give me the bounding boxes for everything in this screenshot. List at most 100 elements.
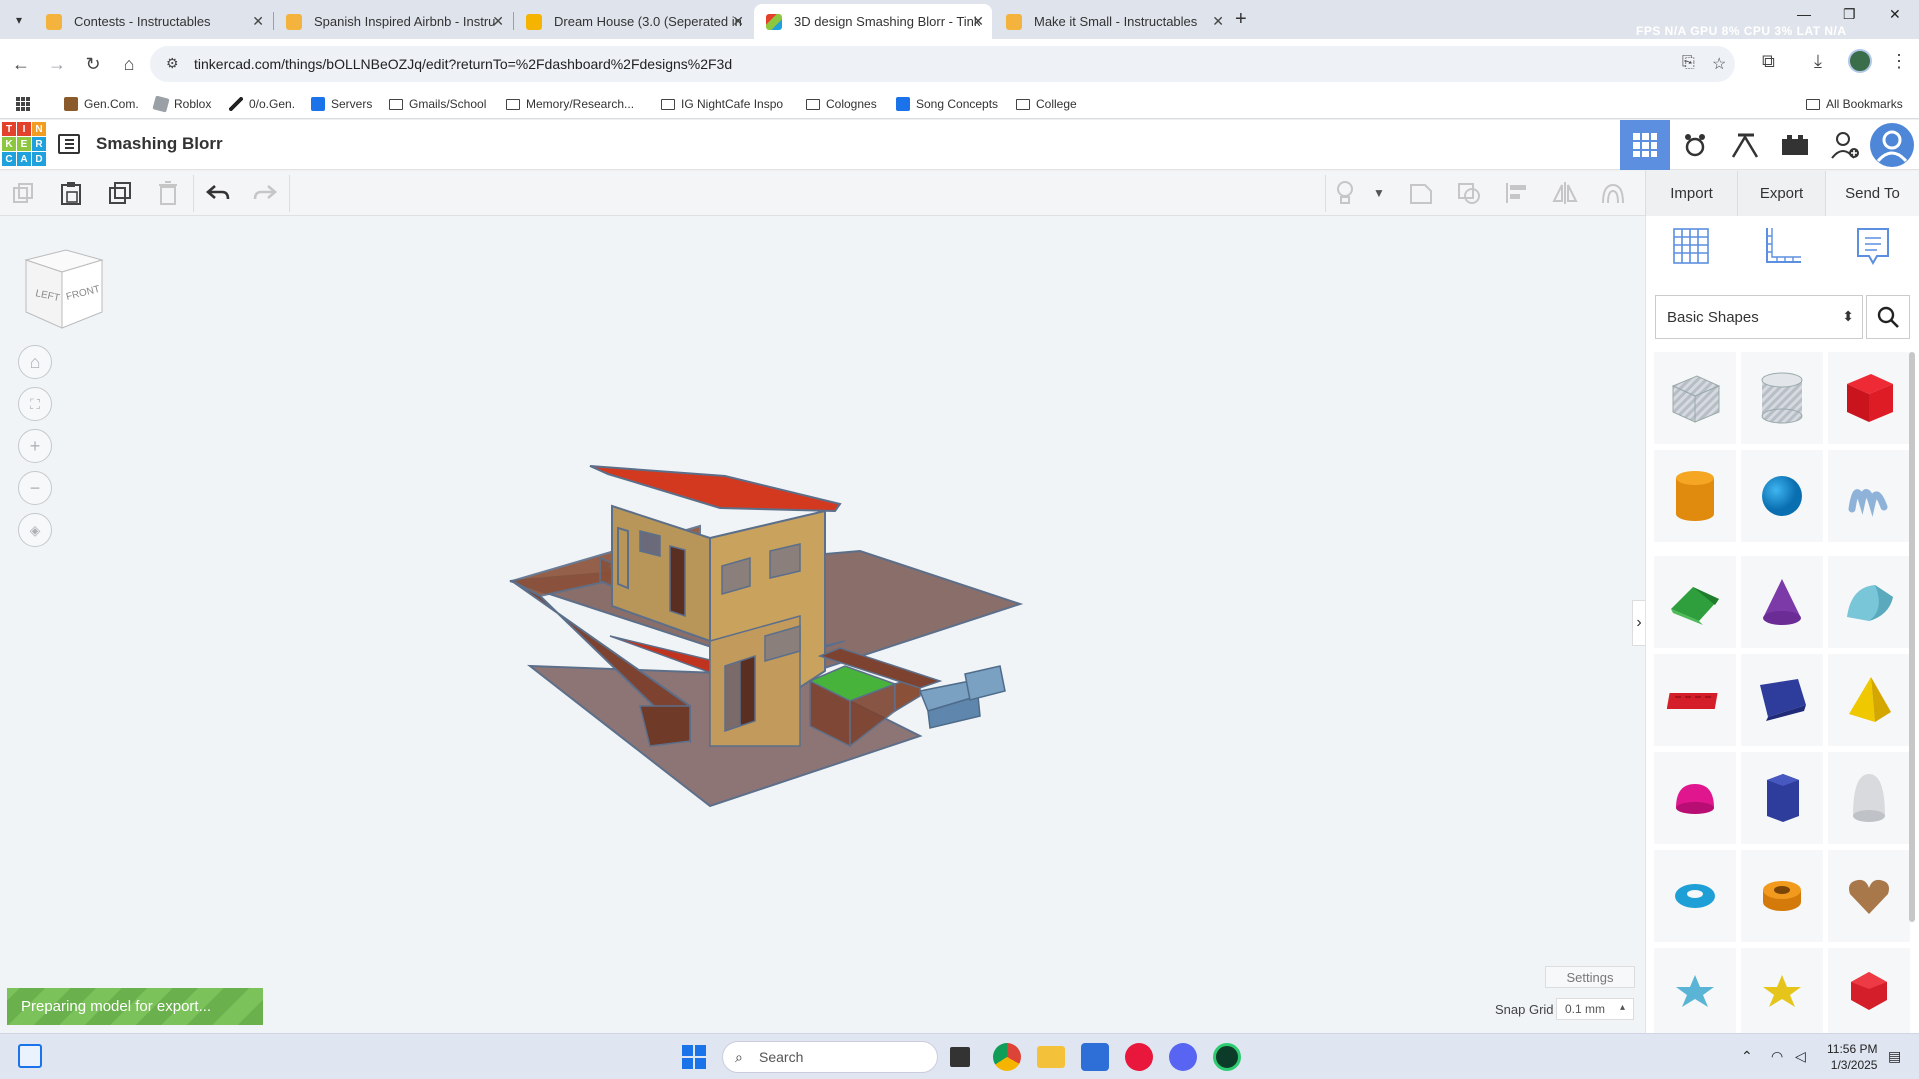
panel-scrollbar[interactable] <box>1909 352 1915 922</box>
wifi-icon[interactable]: ◠ <box>1771 1048 1783 1065</box>
design-list-icon[interactable] <box>58 134 80 154</box>
text-icon[interactable] <box>1654 654 1736 746</box>
address-bar[interactable]: ⚙ tinkercad.com/things/bOLLNBeOZJq/edit?… <box>150 46 1735 82</box>
close-icon[interactable]: ✕ <box>972 13 984 30</box>
url-text[interactable]: tinkercad.com/things/bOLLNBeOZJq/edit?re… <box>194 56 732 72</box>
pyramid-icon[interactable] <box>1828 654 1910 746</box>
tab-dream-house[interactable]: Dream House (3.0 (Seperated in ✕ <box>514 4 752 39</box>
workplane-grid-icon[interactable] <box>1661 216 1721 276</box>
new-tab-button[interactable]: + <box>1235 8 1247 31</box>
shape-search-icon[interactable] <box>1866 295 1910 339</box>
panel-collapse-chevron-icon[interactable]: › <box>1632 600 1645 646</box>
3d-view-grid-icon[interactable] <box>1620 120 1670 170</box>
cone-icon[interactable] <box>1741 556 1823 648</box>
home-view-icon[interactable]: ⌂ <box>18 345 52 379</box>
terminal-icon[interactable] <box>950 1047 970 1067</box>
shape-category-select[interactable]: Basic Shapes <box>1655 295 1863 339</box>
ungroup-icon[interactable] <box>1456 180 1482 206</box>
media-player-icon[interactable] <box>1125 1043 1153 1071</box>
bookmark-song-concepts[interactable]: Song Concepts <box>896 95 998 113</box>
tray-chevron-icon[interactable]: ⌃ <box>1741 1048 1753 1065</box>
undo-icon[interactable] <box>205 180 231 206</box>
delete-icon[interactable] <box>155 180 181 206</box>
store-icon[interactable] <box>1081 1043 1109 1071</box>
torus-icon[interactable] <box>1654 850 1736 942</box>
duplicate-icon[interactable] <box>107 180 133 206</box>
close-icon[interactable]: ✕ <box>252 13 264 30</box>
bookmark-roblox[interactable]: Roblox <box>152 95 211 113</box>
align-icon[interactable] <box>1504 180 1530 206</box>
roof-icon[interactable] <box>1654 556 1736 648</box>
zoom-out-icon[interactable]: − <box>18 471 52 505</box>
perspective-toggle-icon[interactable]: ◈ <box>18 513 52 547</box>
volume-icon[interactable]: ◁ <box>1795 1048 1806 1065</box>
install-app-icon[interactable]: ⎘ <box>1682 54 1695 72</box>
blocks-icon[interactable] <box>1670 120 1720 170</box>
redo-icon[interactable] <box>252 180 278 206</box>
snap-grid-select[interactable]: 0.1 mm <box>1556 998 1634 1020</box>
cruise-icon[interactable] <box>1600 180 1626 206</box>
house-3d-model[interactable] <box>500 456 1140 856</box>
minimize-icon[interactable]: — <box>1797 6 1811 22</box>
half-sphere-icon[interactable] <box>1654 752 1736 844</box>
light-bulb-icon[interactable] <box>1332 180 1358 206</box>
add-user-icon[interactable] <box>1820 120 1870 170</box>
user-avatar[interactable] <box>1870 123 1914 167</box>
downloads-icon[interactable]: ⤓ <box>1814 51 1822 72</box>
paraboloid-icon[interactable] <box>1828 752 1910 844</box>
tab-tinkercad-active[interactable]: 3D design Smashing Blorr - Tink ✕ <box>754 4 992 39</box>
tab-search-chevron-icon[interactable]: ▾ <box>8 9 30 31</box>
settings-button[interactable]: Settings <box>1545 966 1635 988</box>
close-icon[interactable]: ✕ <box>732 13 744 30</box>
window-close-icon[interactable]: ✕ <box>1889 6 1901 23</box>
site-info-icon[interactable]: ⚙ <box>166 55 184 73</box>
group-icon[interactable] <box>1408 180 1434 206</box>
bookmark-folder-colognes[interactable]: Colognes <box>806 95 877 113</box>
task-view-icon[interactable] <box>18 1044 42 1068</box>
tab-contests[interactable]: Contests - Instructables ✕ <box>34 4 272 39</box>
sphere-icon[interactable] <box>1741 450 1823 542</box>
close-icon[interactable]: ✕ <box>1212 13 1224 30</box>
light-dropdown-chevron-icon[interactable]: ▼ <box>1366 180 1392 206</box>
bookmark-folder-memory[interactable]: Memory/Research... <box>506 95 634 113</box>
tinkercad-logo[interactable]: TIN KER CAD <box>2 122 46 166</box>
app-green-circle-icon[interactable] <box>1213 1043 1241 1071</box>
design-name[interactable]: Smashing Blorr <box>96 134 223 154</box>
home-icon[interactable]: ⌂ <box>116 51 142 77</box>
bookmark-gen-com[interactable]: Gen.Com. <box>64 95 139 113</box>
start-icon[interactable] <box>680 1043 708 1071</box>
cylinder-icon[interactable] <box>1654 450 1736 542</box>
close-icon[interactable]: ✕ <box>492 13 504 30</box>
round-roof-icon[interactable] <box>1828 556 1910 648</box>
back-icon[interactable]: ← <box>8 51 34 77</box>
polygon-icon[interactable] <box>1741 752 1823 844</box>
tab-spanish-airbnb[interactable]: Spanish Inspired Airbnb - Instru ✕ <box>274 4 512 39</box>
bookmark-folder-nightcafe[interactable]: IG NightCafe Inspo <box>661 95 783 113</box>
star-icon[interactable] <box>1654 948 1736 1033</box>
paste-icon[interactable] <box>58 180 84 206</box>
box-hole-icon[interactable] <box>1654 352 1736 444</box>
circuits-icon[interactable] <box>1770 120 1820 170</box>
reload-icon[interactable]: ↻ <box>80 51 106 77</box>
system-clock[interactable]: 11:56 PM 1/3/2025 <box>1827 1041 1877 1073</box>
tube-icon[interactable] <box>1741 850 1823 942</box>
extensions-icon[interactable]: ⧉ <box>1762 51 1775 72</box>
icosahedron-icon[interactable] <box>1828 948 1910 1033</box>
3d-workplane-viewport[interactable]: LEFT FRONT ⌂ ⛶ + − ◈ › Preparing model f… <box>0 216 1645 1033</box>
bookmark-folder-college[interactable]: College <box>1016 95 1077 113</box>
zoom-in-icon[interactable]: + <box>18 429 52 463</box>
file-explorer-icon[interactable] <box>1037 1046 1065 1068</box>
mirror-icon[interactable] <box>1552 180 1578 206</box>
fit-view-icon[interactable]: ⛶ <box>18 387 52 421</box>
tab-make-it-small[interactable]: Make it Small - Instructables ✕ <box>994 4 1232 39</box>
chrome-icon[interactable] <box>993 1043 1021 1071</box>
copy-icon[interactable] <box>10 180 36 206</box>
box-icon[interactable] <box>1828 352 1910 444</box>
prism-icon[interactable] <box>1741 654 1823 746</box>
chrome-menu-icon[interactable]: ⋮ <box>1890 51 1908 72</box>
sim-lab-icon[interactable] <box>1720 120 1770 170</box>
notification-icon[interactable]: ▤ <box>1888 1048 1901 1065</box>
bookmark-folder-gmails[interactable]: Gmails/School <box>389 95 486 113</box>
all-bookmarks[interactable]: All Bookmarks <box>1806 95 1903 113</box>
discord-icon[interactable] <box>1169 1043 1197 1071</box>
